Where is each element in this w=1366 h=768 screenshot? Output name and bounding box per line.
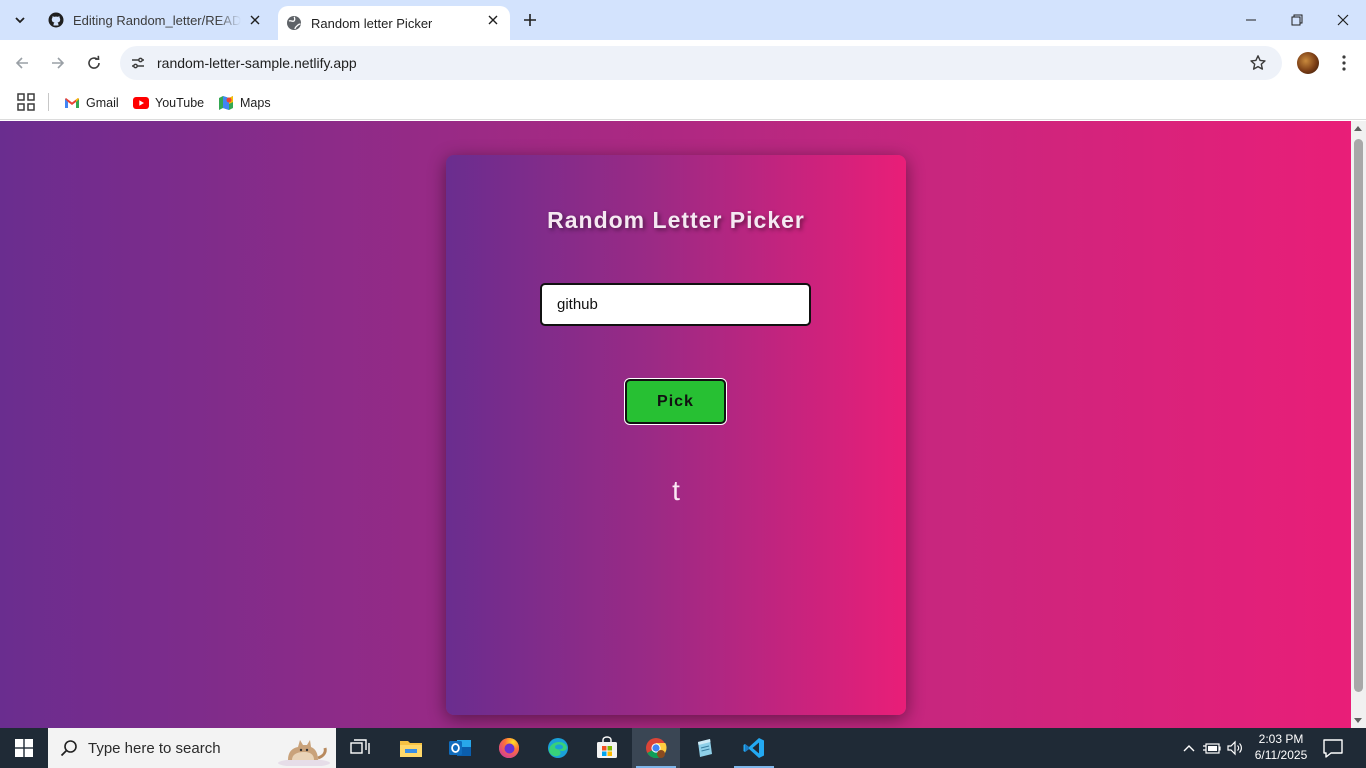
reload-icon [88,55,100,69]
bookmark-star-icon[interactable] [1248,53,1268,73]
tab-strip: Editing Random_letter/README Random lett… [0,0,1366,40]
file-explorer-icon [400,741,422,757]
result-letter: t [672,475,680,506]
forward-button[interactable] [43,48,73,78]
page-viewport: Random Letter Picker Pick t [0,121,1351,728]
pick-button[interactable]: Pick [625,379,726,424]
arrow-right-icon [52,57,65,69]
chevron-down-icon [15,17,25,24]
close-tab-icon[interactable] [247,12,263,28]
minimize-button[interactable] [1228,0,1274,40]
close-window-button[interactable] [1320,0,1366,40]
apps-grid-icon[interactable] [17,93,35,111]
firefox-button[interactable] [485,728,533,768]
globe-icon [286,15,302,31]
youtube-icon [133,95,149,111]
restore-icon [1291,14,1303,26]
taskbar-search[interactable]: Type here to search [48,728,336,768]
picker-card: Random Letter Picker Pick t [446,155,906,715]
scroll-down-arrow-icon[interactable] [1354,718,1362,723]
outlook-icon [449,740,471,756]
bookmark-label: Gmail [86,96,119,110]
outlook-button[interactable] [436,728,484,768]
clock-date: 6/11/2025 [1254,748,1308,762]
notepad-button[interactable] [681,728,729,768]
new-tab-button[interactable] [518,8,542,32]
arrow-left-icon [15,57,28,69]
battery-status[interactable] [1201,728,1223,768]
task-view-button[interactable] [336,728,384,768]
reload-button[interactable] [79,48,109,78]
show-hidden-icons-button[interactable] [1178,728,1200,768]
page-title: Random Letter Picker [547,207,805,233]
notepad-icon [698,739,712,757]
vscode-icon [743,738,764,758]
edge-icon [548,738,568,758]
github-icon [48,12,64,28]
search-highlight-lynx-icon [278,740,330,766]
page-scrollbar[interactable] [1351,121,1366,728]
word-input[interactable] [540,283,811,326]
battery-plugged-icon [1203,743,1221,754]
notification-center-icon[interactable] [1322,737,1344,759]
chrome-button[interactable] [632,728,680,768]
clock-time: 2:03 PM [1258,732,1304,746]
search-placeholder: Type here to search [88,740,221,757]
tab-editing-readme[interactable]: Editing Random_letter/README [40,0,272,40]
windows-logo-icon [15,739,33,757]
bookmarks-divider [48,93,49,111]
gmail-icon [64,95,80,111]
bookmark-label: YouTube [155,96,205,110]
taskbar-clock[interactable]: 2:03 PM 6/11/2025 [1250,731,1312,763]
firefox-icon [499,738,519,758]
bookmark-maps[interactable]: Maps [218,92,271,114]
volume-button[interactable] [1225,728,1247,768]
tab-title: Random letter Picker [311,15,433,31]
url-text[interactable]: random-letter-sample.netlify.app [157,55,357,71]
maps-icon [218,95,234,111]
browser-menu-button[interactable] [1332,51,1356,75]
scroll-up-arrow-icon[interactable] [1354,126,1362,131]
chrome-icon [646,738,667,759]
tab-title: Editing Random_letter/README [73,12,241,28]
restore-button[interactable] [1274,0,1320,40]
file-explorer-button[interactable] [387,728,435,768]
address-bar[interactable]: random-letter-sample.netlify.app [120,46,1282,80]
back-button[interactable] [7,48,37,78]
browser-toolbar: random-letter-sample.netlify.app [0,40,1366,86]
bookmark-gmail[interactable]: Gmail [64,92,119,114]
search-icon [60,740,77,757]
edge-button[interactable] [534,728,582,768]
profile-avatar[interactable] [1297,52,1319,74]
minimize-icon [1246,19,1256,21]
bookmark-label: Maps [240,96,271,110]
tab-random-letter-picker[interactable]: Random letter Picker [278,6,510,40]
vscode-button[interactable] [730,728,778,768]
close-icon [1337,14,1349,26]
microsoft-store-icon [597,736,617,758]
scrollbar-thumb[interactable] [1354,139,1363,692]
chevron-up-icon [1183,745,1195,752]
task-view-icon [350,739,370,754]
plus-icon [524,14,536,26]
bookmarks-bar: Gmail YouTube Maps [0,86,1366,120]
tab-search-button[interactable] [7,8,33,32]
more-vertical-icon [1342,55,1346,71]
close-tab-icon[interactable] [485,12,501,28]
start-button[interactable] [0,728,48,768]
microsoft-store-button[interactable] [583,728,631,768]
site-info-icon[interactable] [128,53,148,73]
bookmark-youtube[interactable]: YouTube [133,92,204,114]
taskbar: Type here to search 2:03 PM 6/11/2025 [0,728,1366,768]
speaker-icon [1227,740,1242,756]
